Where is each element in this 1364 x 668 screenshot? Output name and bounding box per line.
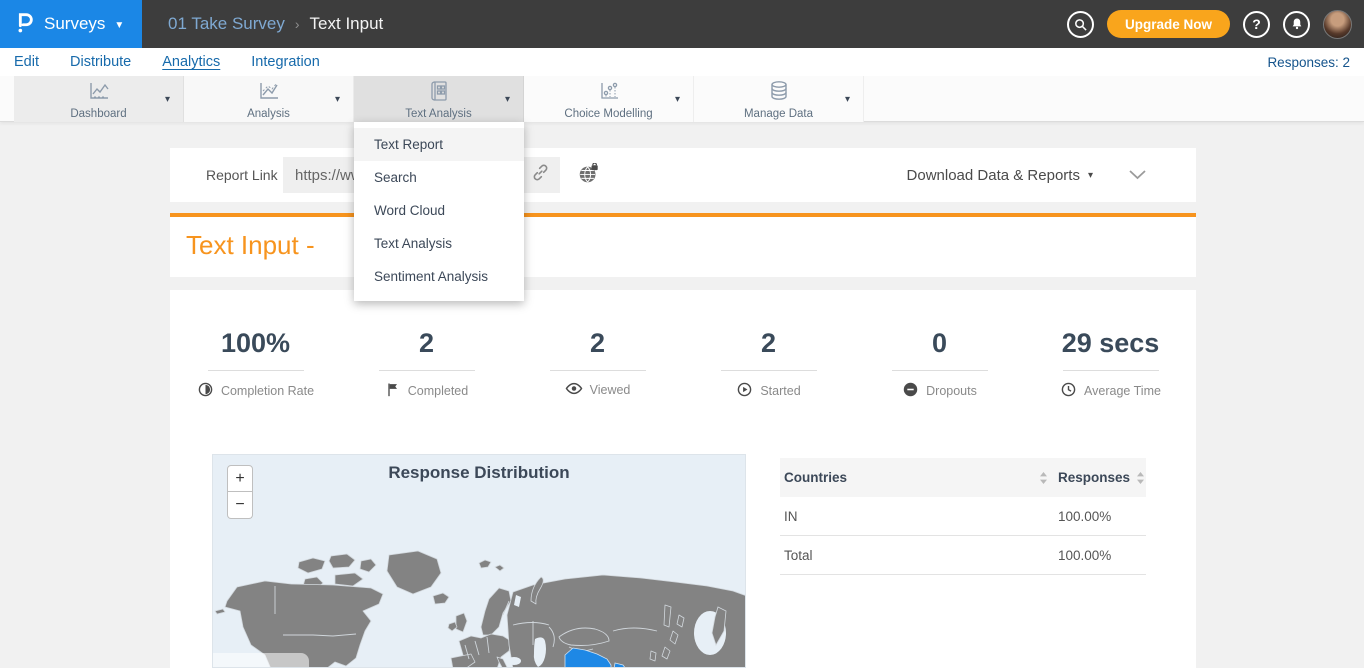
breadcrumb-current: Text Input [310, 14, 384, 34]
nav-integration[interactable]: Integration [251, 54, 320, 70]
collapse-chevron-icon[interactable] [1129, 170, 1146, 180]
responses-count: Responses: 2 [1267, 55, 1350, 70]
clock-icon [1060, 381, 1077, 401]
map-attribution [213, 653, 309, 667]
zoom-out-button[interactable]: − [227, 492, 253, 519]
tab-text-analysis[interactable]: Text Analysis ▾ [354, 76, 524, 122]
text-report-icon [354, 80, 523, 107]
report-link-label: Report Link [206, 167, 278, 183]
report-link-bar: Report Link https://ww Download Data & R… [170, 148, 1196, 202]
table-header: Countries Responses [780, 458, 1146, 497]
chevron-down-icon: ▾ [165, 94, 170, 105]
nav-distribute[interactable]: Distribute [70, 54, 131, 70]
questionpro-logo-icon [13, 10, 35, 39]
brand-menu[interactable]: Surveys ▼ [0, 0, 142, 48]
brand-caret-icon: ▼ [114, 20, 124, 31]
stat-viewed: 2 Viewed [512, 328, 683, 401]
column-countries[interactable]: Countries [780, 470, 1058, 485]
responses-cell: 100.00% [1058, 509, 1146, 524]
stat-completion-rate: 100% Completion Rate [170, 328, 341, 401]
line-chart-icon [14, 80, 183, 107]
top-header: Surveys ▼ 01 Take Survey › Text Input Up… [0, 0, 1364, 48]
country-cell: IN [780, 509, 1058, 524]
eye-icon [565, 381, 583, 399]
text-analysis-menu: Text Report Search Word Cloud Text Analy… [354, 122, 524, 301]
header-actions: Upgrade Now ? [1067, 0, 1352, 48]
map-zoom-control: + − [227, 465, 253, 519]
sort-icon[interactable] [1136, 472, 1145, 484]
nav-analytics[interactable]: Analytics [162, 54, 220, 70]
product-name: Surveys [44, 14, 105, 34]
breadcrumb-survey-link[interactable]: 01 Take Survey [168, 14, 285, 34]
bell-icon[interactable] [1283, 11, 1310, 38]
tab-manage-data[interactable]: Manage Data ▾ [694, 76, 864, 122]
question-title-card: Text Input - [170, 217, 1196, 277]
table-row: IN 100.00% [780, 497, 1146, 536]
upgrade-now-button[interactable]: Upgrade Now [1107, 10, 1230, 38]
responses-cell: 100.00% [1058, 548, 1146, 563]
breadcrumb: 01 Take Survey › Text Input [168, 14, 383, 34]
chevron-down-icon: ▾ [335, 94, 340, 105]
contrast-icon [197, 381, 214, 401]
tab-choice-modelling[interactable]: Choice Modelling ▾ [524, 76, 694, 122]
sort-icon[interactable] [1039, 472, 1048, 484]
countries-table: Countries Responses IN 100.00% Total [780, 458, 1146, 575]
zoom-in-button[interactable]: + [227, 465, 253, 492]
flag-icon [385, 381, 401, 401]
chevron-down-icon: ▾ [845, 94, 850, 105]
minus-circle-icon [902, 381, 919, 401]
play-icon [736, 381, 753, 401]
menu-item-text-report[interactable]: Text Report [354, 128, 524, 161]
column-responses[interactable]: Responses [1058, 470, 1146, 485]
help-icon[interactable]: ? [1243, 11, 1270, 38]
chevron-down-icon: ▾ [505, 94, 510, 105]
chevron-down-icon: ▾ [675, 94, 680, 105]
search-icon[interactable] [1067, 11, 1094, 38]
stats-row: 100% Completion Rate 2 Completed 2 [170, 328, 1196, 401]
menu-item-search[interactable]: Search [354, 161, 524, 194]
response-distribution-map[interactable]: Response Distribution + − [212, 454, 746, 668]
nav-edit[interactable]: Edit [14, 54, 39, 70]
stat-average-time: 29 secs Average Time [1025, 328, 1196, 401]
menu-item-text-analysis[interactable]: Text Analysis [354, 227, 524, 260]
tab-analysis[interactable]: Analysis ▾ [184, 76, 354, 122]
survey-nav: Edit Distribute Analytics Integration Re… [0, 48, 1364, 76]
scatter-chart-icon [524, 80, 693, 107]
app-window: Surveys ▼ 01 Take Survey › Text Input Up… [0, 0, 1364, 668]
stat-dropouts: 0 Dropouts [854, 328, 1025, 401]
map-title: Response Distribution [213, 463, 745, 483]
trend-chart-icon [184, 80, 353, 107]
breadcrumb-separator: › [295, 16, 300, 32]
globe-lock-icon[interactable] [578, 163, 599, 190]
menu-item-word-cloud[interactable]: Word Cloud [354, 194, 524, 227]
user-avatar[interactable] [1323, 10, 1352, 39]
tab-dashboard[interactable]: Dashboard ▾ [14, 76, 184, 122]
dashboard-card: 100% Completion Rate 2 Completed 2 [170, 290, 1196, 668]
download-group: Download Data & Reports ▾ [907, 148, 1146, 202]
country-cell: Total [780, 548, 1058, 563]
page-title: Text Input - [186, 230, 315, 261]
stat-completed: 2 Completed [341, 328, 512, 401]
table-row-total: Total 100.00% [780, 536, 1146, 575]
database-icon [694, 80, 863, 107]
download-data-reports-button[interactable]: Download Data & Reports [907, 167, 1080, 184]
analytics-toolbar: Dashboard ▾ Analysis ▾ Text Analysis ▾ C… [0, 76, 1364, 122]
menu-item-sentiment-analysis[interactable]: Sentiment Analysis [354, 260, 524, 293]
link-icon[interactable] [531, 163, 550, 187]
world-map[interactable] [213, 455, 746, 668]
caret-down-icon[interactable]: ▾ [1088, 170, 1093, 181]
stat-started: 2 Started [683, 328, 854, 401]
